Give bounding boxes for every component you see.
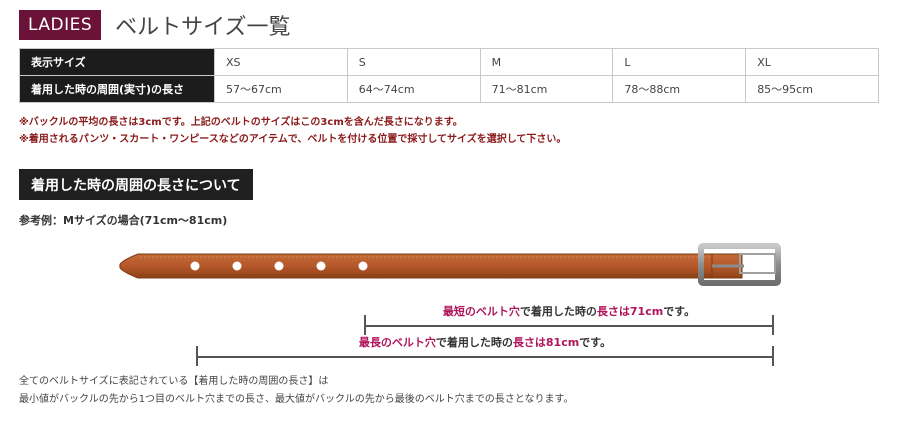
belt-hole [358, 261, 368, 271]
title-row: LADIES ベルトサイズ一覧 [19, 9, 290, 41]
longest-end-text: です。 [579, 336, 612, 349]
shortest-end-text: です。 [663, 305, 696, 318]
size-cell: S [346, 48, 481, 76]
shortest-caption-text: 最短のベルト穴で着用した時の長さは71cmです。 [436, 305, 702, 318]
footer-line: 最小値がバックルの先から1つ目のベルト穴までの長さ、最大値がバックルの先から最後… [19, 394, 574, 405]
category-badge: LADIES [19, 10, 102, 40]
longest-caption: 最長のベルト穴で着用した時の長さは81cmです。 [196, 334, 774, 350]
shortest-measure-bracket: 最短のベルト穴で着用した時の長さは71cmです。 [364, 305, 774, 336]
example-label: 参考例：Mサイズの場合(71cm～81cm) [19, 214, 228, 227]
shortest-caption: 最短のベルト穴で着用した時の長さは71cmです。 [364, 303, 774, 319]
belt-hole [190, 261, 200, 271]
size-row: 表示サイズ XS S M L XL [19, 48, 879, 76]
belt-hole [316, 261, 326, 271]
length-cell: 57～67cm [214, 75, 348, 103]
shortest-measure-line [364, 325, 774, 327]
belt-illustration [119, 243, 781, 286]
longest-caption-text: 最長のベルト穴で着用した時の長さは81cmです。 [352, 336, 618, 349]
belt-strap [119, 253, 713, 279]
footer-line: 全てのベルトサイズに表記されている【着用した時の周囲の長さ】は [19, 376, 329, 387]
longest-hole-label: 最長のベルト穴 [358, 336, 436, 349]
belt-hole [232, 261, 242, 271]
size-cell: XL [745, 48, 879, 76]
size-cell: M [479, 48, 614, 76]
shortest-length-label: 長さは71cm [596, 305, 664, 318]
footer-explanation: 全てのベルトサイズに表記されている【着用した時の周囲の長さ】は 最小値がバックル… [19, 373, 573, 409]
size-row-header: 表示サイズ [19, 48, 215, 76]
length-row-header: 着用した時の周囲(実寸)の長さ [19, 75, 215, 103]
buckle-inner [739, 253, 776, 274]
length-cell: 85～95cm [745, 75, 879, 103]
section-heading: 着用した時の周囲の長さについて [19, 169, 253, 200]
size-cell: XS [214, 48, 348, 76]
length-cell: 71～81cm [479, 75, 614, 103]
shortest-mid-text: で着用した時の [519, 305, 597, 318]
size-table: 表示サイズ XS S M L XL 着用した時の周囲(実寸)の長さ 57～67c… [19, 48, 879, 103]
notes: ※バックルの平均の長さは3cmです。上記のベルトのサイズはこの3cmを含んだ長さ… [19, 114, 566, 148]
longest-measure-line [196, 356, 774, 358]
page-title: ベルトサイズ一覧 [115, 15, 291, 40]
longest-measure-bracket: 最長のベルト穴で着用した時の長さは81cmです。 [196, 336, 774, 367]
buckle-note: ※バックルの平均の長さは3cmです。上記のベルトのサイズはこの3cmを含んだ長さ… [19, 117, 463, 128]
longest-mid-text: で着用した時の [435, 336, 513, 349]
length-row: 着用した時の周囲(実寸)の長さ 57～67cm 64～74cm 71～81cm … [19, 75, 879, 103]
size-cell: L [612, 48, 747, 76]
belt-hole [274, 261, 284, 271]
length-cell: 78～88cm [612, 75, 747, 103]
longest-length-label: 長さは81cm [512, 336, 580, 349]
length-cell: 64～74cm [346, 75, 481, 103]
measure-note: ※着用されるパンツ・スカート・ワンピースなどのアイテムで、ベルトを付ける位置で採… [19, 134, 567, 145]
shortest-hole-label: 最短のベルト穴 [442, 305, 520, 318]
